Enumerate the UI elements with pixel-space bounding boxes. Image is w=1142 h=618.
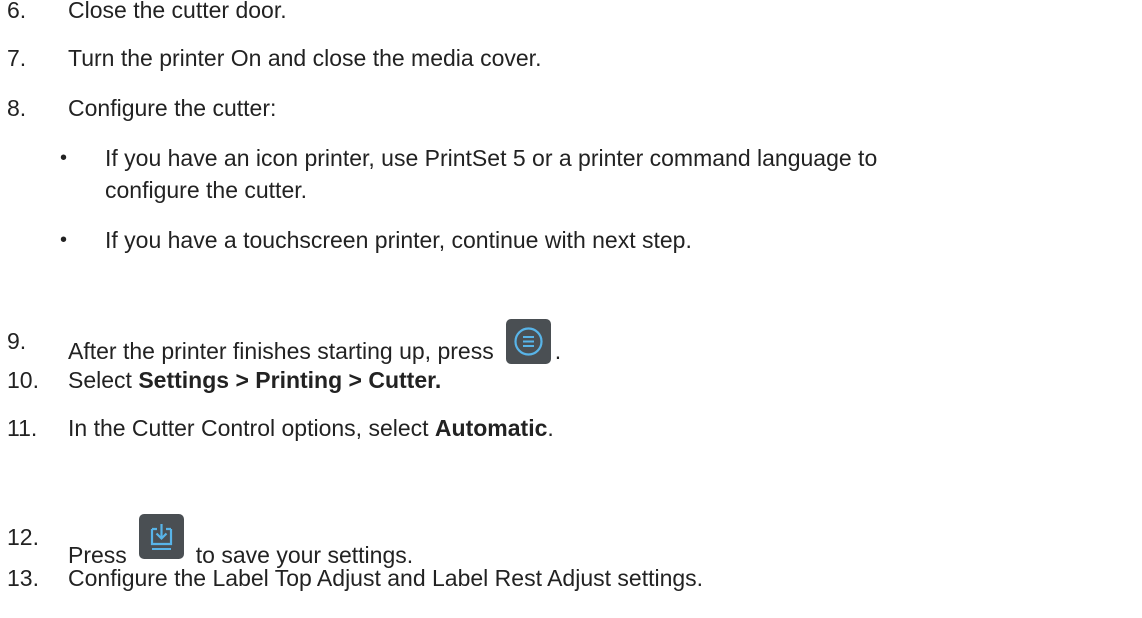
step-number: 13. — [7, 565, 39, 591]
step-text: Select Settings > Printing > Cutter. — [68, 365, 441, 395]
step-text-before: Select — [68, 367, 139, 393]
bullet-text-line2: configure the cutter. — [105, 177, 308, 203]
step-number: 11. — [7, 415, 38, 441]
menu-icon — [505, 318, 551, 364]
step-text: Configure the cutter: — [68, 95, 277, 121]
step-text: In the Cutter Control options, select Au… — [68, 413, 554, 443]
step-number: 10. — [7, 367, 39, 393]
bullet-icon: • — [60, 229, 68, 251]
bullet-text: If you have a touchscreen printer, conti… — [105, 227, 692, 253]
step-text: After the printer finishes starting up, … — [68, 316, 561, 366]
step-text-before: In the Cutter Control options, select — [68, 415, 435, 441]
step-text-before: After the printer finishes starting up, … — [68, 338, 494, 364]
option-name: Automatic — [434, 415, 548, 441]
menu-path: Settings > Printing > Cutter. — [138, 367, 442, 393]
step-number: 12. — [7, 524, 39, 550]
bullet-icon: • — [60, 147, 68, 169]
step-text: Turn the printer On and close the media … — [68, 45, 542, 71]
step-number: 6. — [7, 0, 27, 23]
step-text: Press to save your settings. — [68, 502, 413, 570]
step-number: 9. — [7, 328, 27, 354]
bullet-text-line1: If you have an icon printer, use PrintSe… — [105, 145, 878, 171]
step-text: Close the cutter door. — [68, 0, 287, 23]
step-text: Configure the Label Top Adjust and Label… — [68, 565, 704, 591]
save-icon — [138, 513, 184, 559]
step-text-after: . — [547, 415, 554, 441]
step-number: 7. — [7, 45, 27, 71]
step-number: 8. — [7, 95, 27, 121]
step-text-after: . — [554, 338, 562, 364]
